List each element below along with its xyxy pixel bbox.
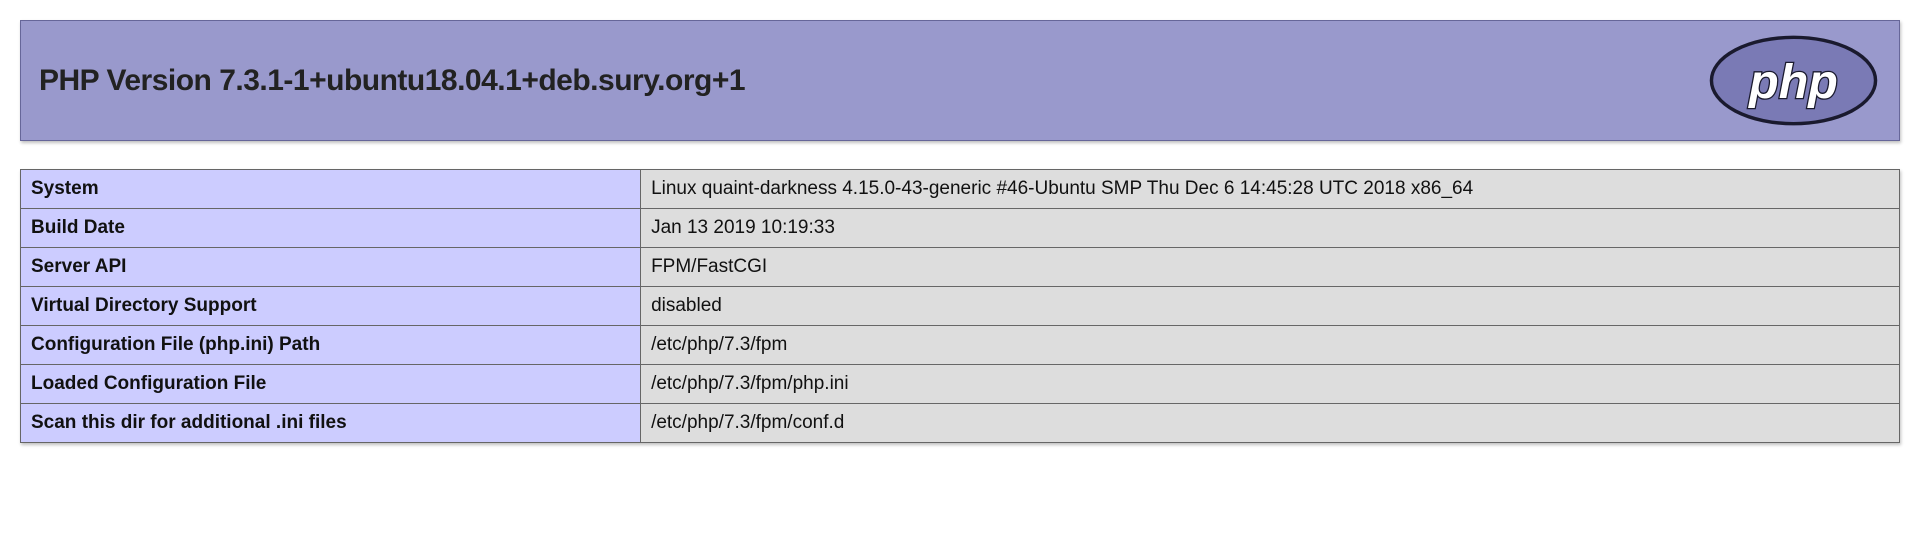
- table-row: Configuration File (php.ini) Path /etc/p…: [21, 326, 1900, 365]
- table-row: Loaded Configuration File /etc/php/7.3/f…: [21, 365, 1900, 404]
- info-value: /etc/php/7.3/fpm: [641, 326, 1900, 365]
- info-label: Build Date: [21, 209, 641, 248]
- table-row: Server API FPM/FastCGI: [21, 248, 1900, 287]
- info-value: Linux quaint-darkness 4.15.0-43-generic …: [641, 170, 1900, 209]
- info-value: disabled: [641, 287, 1900, 326]
- info-value: /etc/php/7.3/fpm/conf.d: [641, 404, 1900, 443]
- table-row: Virtual Directory Support disabled: [21, 287, 1900, 326]
- info-label: System: [21, 170, 641, 209]
- info-value: FPM/FastCGI: [641, 248, 1900, 287]
- info-label: Virtual Directory Support: [21, 287, 641, 326]
- php-version-title: PHP Version 7.3.1-1+ubuntu18.04.1+deb.su…: [39, 64, 745, 98]
- svg-text:php: php: [1747, 55, 1838, 109]
- table-row: System Linux quaint-darkness 4.15.0-43-g…: [21, 170, 1900, 209]
- info-value: Jan 13 2019 10:19:33: [641, 209, 1900, 248]
- info-label: Server API: [21, 248, 641, 287]
- phpinfo-table: System Linux quaint-darkness 4.15.0-43-g…: [20, 169, 1900, 443]
- table-row: Build Date Jan 13 2019 10:19:33: [21, 209, 1900, 248]
- php-logo: php: [1706, 33, 1881, 128]
- info-value: /etc/php/7.3/fpm/php.ini: [641, 365, 1900, 404]
- table-row: Scan this dir for additional .ini files …: [21, 404, 1900, 443]
- phpinfo-header: PHP Version 7.3.1-1+ubuntu18.04.1+deb.su…: [20, 20, 1900, 141]
- info-label: Configuration File (php.ini) Path: [21, 326, 641, 365]
- info-label: Loaded Configuration File: [21, 365, 641, 404]
- info-label: Scan this dir for additional .ini files: [21, 404, 641, 443]
